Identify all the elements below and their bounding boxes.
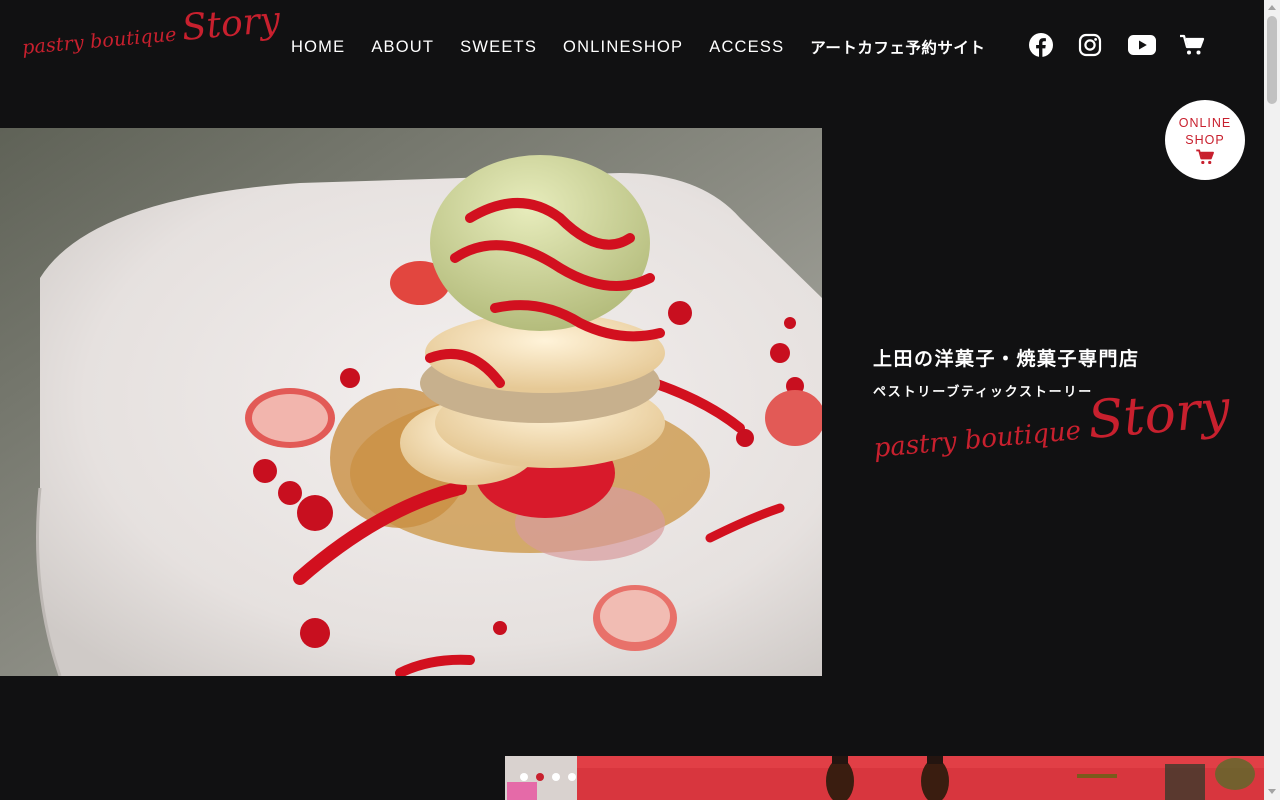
nav-item-home[interactable]: HOME [291, 38, 345, 57]
online-shop-badge-line1: ONLINE [1178, 116, 1232, 130]
nav-item-sweets[interactable]: SWEETS [460, 38, 537, 57]
hero-logo-small-text: pastry boutique [872, 415, 1083, 464]
scroll-up-arrow-icon[interactable] [1268, 5, 1276, 10]
slider-image-strip [505, 756, 1264, 800]
page-scrollbar[interactable] [1264, 0, 1280, 800]
online-shop-badge-line2: SHOP [1185, 133, 1225, 147]
scrollbar-thumb[interactable] [1267, 16, 1277, 104]
nav-item-art-cafe-reservation[interactable]: アートカフェ予約サイト [810, 36, 985, 58]
nav-item-about[interactable]: ABOUT [371, 38, 434, 57]
slider-dot-active[interactable] [536, 773, 544, 781]
cart-icon [1196, 149, 1214, 165]
hero-heading: 上田の洋菓子・焼菓子専門店 [873, 348, 1140, 370]
cart-icon[interactable] [1178, 32, 1206, 58]
online-shop-badge[interactable]: ONLINE SHOP [1165, 100, 1245, 180]
brand-logo-big-text: Story [180, 0, 282, 49]
brand-logo-small-text: pastry boutique [21, 23, 178, 59]
hero-logo-big-text: Story [1085, 378, 1233, 452]
youtube-icon[interactable] [1128, 32, 1156, 58]
hero-image [0, 128, 822, 676]
nav-item-access[interactable]: ACCESS [709, 38, 784, 57]
instagram-icon[interactable] [1076, 32, 1104, 58]
slider-dot[interactable] [568, 773, 576, 781]
slider-dots [520, 773, 584, 781]
brand-logo[interactable]: pastry boutique Story [20, 0, 282, 70]
site-header: pastry boutique Story HOME ABOUT SWEETS … [0, 0, 1264, 92]
slider-dot[interactable] [520, 773, 528, 781]
scroll-down-arrow-icon[interactable] [1268, 789, 1276, 794]
nav-item-onlineshop[interactable]: ONLINESHOP [563, 38, 683, 57]
main-nav: HOME ABOUT SWEETS ONLINESHOP ACCESS アートカ… [291, 36, 985, 58]
hero-tagline: 上田の洋菓子・焼菓子専門店 ペストリーブティックストーリー pastry bou… [872, 344, 1233, 470]
slider-dot[interactable] [552, 773, 560, 781]
facebook-icon[interactable] [1027, 32, 1055, 58]
